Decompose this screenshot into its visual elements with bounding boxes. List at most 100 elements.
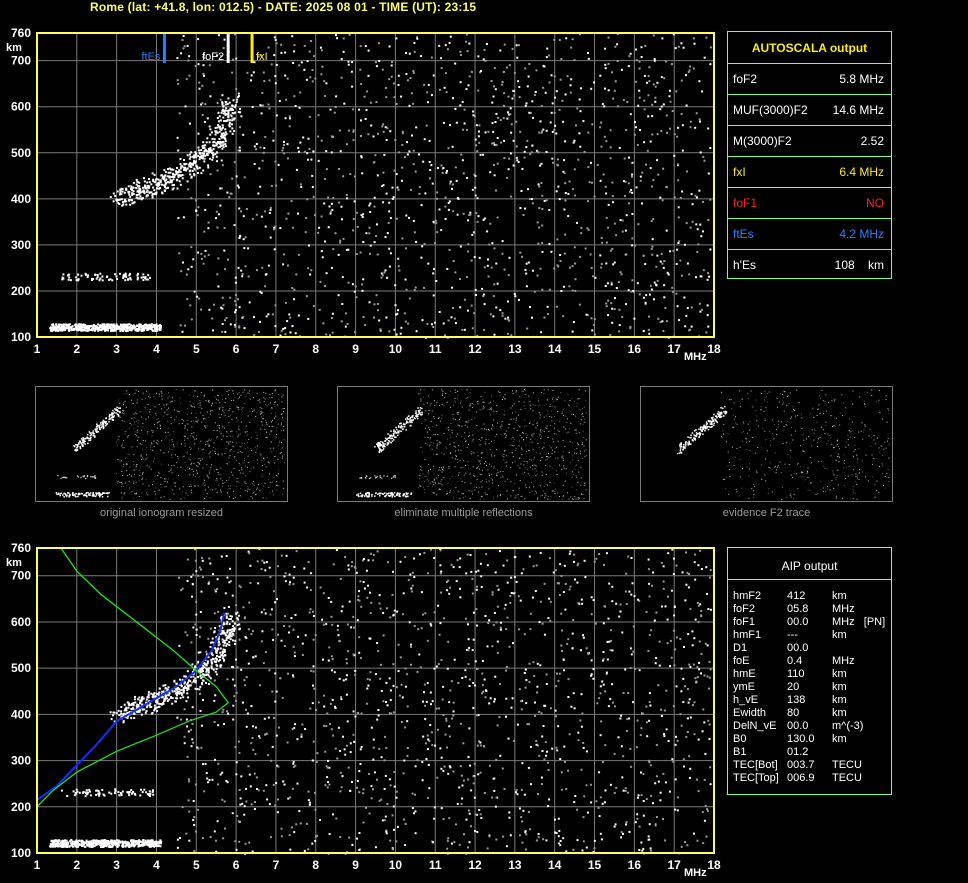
thumb-noise-dot (186, 429, 188, 431)
noise-dot (392, 196, 395, 199)
noise-dot (401, 130, 404, 133)
noise-dot (180, 52, 183, 55)
thumb-noise-dot (132, 403, 134, 404)
trace-dot-f2 (188, 165, 191, 168)
noise-dot (499, 309, 502, 312)
noise-dot (384, 269, 387, 272)
thumb-noise-dot (274, 390, 276, 392)
noise-dot (346, 143, 348, 146)
noise-dot (463, 108, 466, 111)
noise-dot (501, 240, 504, 243)
thumb-noise-dot (565, 415, 567, 417)
noise-dot (546, 47, 549, 50)
thumb-noise-dot (252, 467, 254, 469)
noise-dot (654, 100, 657, 103)
noise-dot (698, 80, 701, 83)
thumb-noise-dot (251, 436, 253, 438)
x-tick-label: 12 (468, 342, 482, 356)
thumb-noise-dot (255, 431, 257, 433)
thumb-noise-dot (135, 421, 137, 423)
noise-dot (394, 304, 397, 307)
noise-dot (625, 303, 627, 306)
thumb-noise-dot (247, 455, 249, 457)
thumb-noise-dot (119, 459, 121, 461)
trace-dot-f2 (223, 136, 226, 139)
trace-dot-f2 (192, 156, 195, 159)
thumb-es-dot (68, 492, 70, 494)
thumb-noise-dot (520, 463, 522, 465)
noise-dot (243, 176, 246, 179)
thumb-noise-dot (577, 498, 579, 500)
thumb-noise-dot (577, 442, 579, 444)
noise-dot (418, 153, 420, 156)
noise-dot (352, 139, 355, 142)
noise-dot (317, 159, 320, 162)
noise-dot (425, 124, 428, 127)
thumb-f2-dot (396, 432, 398, 434)
thumb-f2-dot (405, 418, 407, 420)
thumb-noise-dot (500, 477, 502, 478)
thumb-noise-dot (446, 428, 448, 430)
trace-dot-es (118, 327, 121, 330)
noise-dot (367, 49, 370, 52)
thumb-noise-dot (450, 436, 452, 438)
thumb-noise-dot (119, 482, 121, 484)
noise-dot (653, 298, 655, 301)
thumb-noise-dot (518, 487, 520, 489)
trace-dot-f2 (216, 151, 219, 154)
thumb-f2-dot (109, 413, 111, 416)
thumb-noise-dot (154, 494, 156, 496)
thumb-noise-dot (433, 442, 434, 444)
thumb-noise-dot (161, 395, 163, 397)
thumb-noise-dot (204, 485, 205, 486)
noise-dot (623, 194, 626, 197)
thumb-noise-dot (148, 396, 150, 398)
thumb-noise-dot (131, 475, 133, 477)
thumb-noise-dot (496, 449, 497, 451)
noise-dot (231, 177, 234, 180)
thumb-noise-dot (178, 423, 180, 425)
thumb-noise-dot (119, 416, 121, 418)
thumb-noise-dot (148, 466, 150, 468)
noise-dot (261, 266, 264, 269)
thumb-noise-dot (419, 465, 421, 467)
thumb-noise-dot (525, 425, 527, 427)
thumb-noise-dot (439, 470, 441, 472)
thumb-noise-dot (501, 426, 503, 427)
thumb-noise-dot (528, 486, 530, 488)
trace-dot-f2 (236, 98, 239, 101)
trace-dot-f2 (172, 178, 175, 181)
noise-dot (436, 191, 439, 194)
thumb-noise-dot (438, 488, 440, 490)
thumb-f2-dot (390, 442, 392, 444)
noise-dot (265, 315, 268, 318)
thumb-noise-dot (267, 461, 269, 463)
trace-dot-es (81, 329, 84, 332)
trace-dot-f2 (153, 181, 156, 183)
thumb-noise-dot (523, 389, 525, 390)
thumb-noise-dot (446, 447, 448, 449)
noise-dot (386, 127, 389, 130)
thumb-noise-dot (198, 448, 200, 449)
thumb-noise-dot (166, 414, 168, 416)
thumb-noise-dot (440, 480, 442, 482)
thumb-noise-dot (127, 474, 129, 476)
thumb-noise-dot (451, 457, 453, 459)
noise-dot (269, 236, 272, 239)
thumb-noise-dot (138, 480, 140, 482)
noise-dot (182, 261, 184, 264)
thumb-noise-dot (466, 389, 468, 391)
thumb-noise-dot (434, 418, 436, 420)
trace-dot-f2 (211, 158, 214, 161)
thumb-noise-dot (466, 426, 468, 428)
thumb-noise-dot (184, 443, 186, 445)
noise-dot (527, 261, 530, 264)
thumb-noise-dot (488, 429, 490, 431)
noise-dot (672, 249, 675, 252)
noise-dot (515, 44, 518, 47)
thumb-f2-dot (104, 422, 107, 425)
noise-dot (235, 88, 238, 91)
thumb-noise-dot (127, 453, 129, 455)
noise-dot (224, 268, 226, 271)
thumb-noise-dot (829, 489, 831, 491)
